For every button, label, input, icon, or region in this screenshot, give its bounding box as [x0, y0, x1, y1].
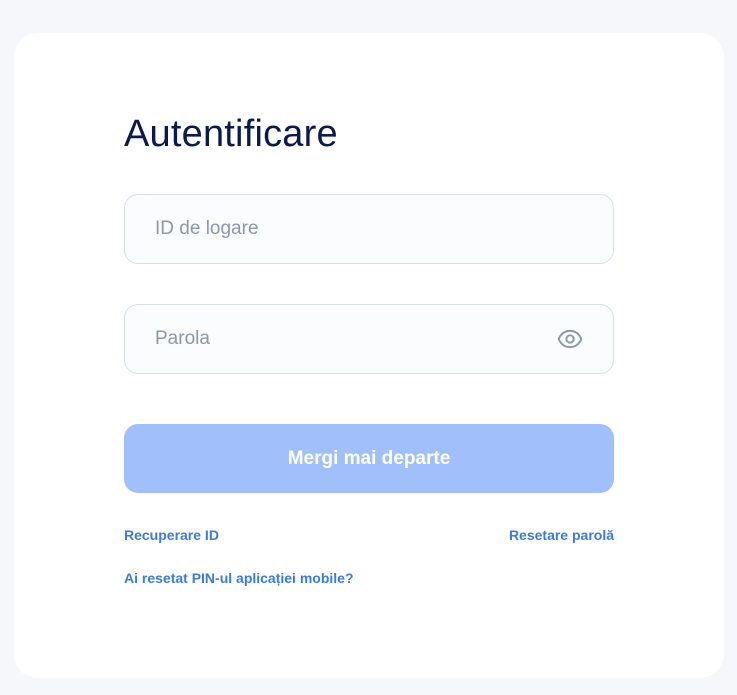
reset-password-link[interactable]: Resetare parolă: [509, 527, 614, 543]
login-id-field: [124, 194, 614, 264]
password-input[interactable]: [125, 305, 613, 373]
login-card: Autentificare Mergi mai departe Recupera…: [14, 33, 724, 678]
password-field: [124, 304, 614, 374]
continue-button[interactable]: Mergi mai departe: [124, 424, 614, 493]
recover-id-link[interactable]: Recuperare ID: [124, 527, 219, 543]
login-id-input[interactable]: [125, 195, 613, 263]
eye-icon[interactable]: [557, 326, 583, 352]
page-title: Autentificare: [124, 113, 338, 155]
reset-pin-link[interactable]: Ai resetat PIN-ul aplicației mobile?: [124, 570, 354, 586]
